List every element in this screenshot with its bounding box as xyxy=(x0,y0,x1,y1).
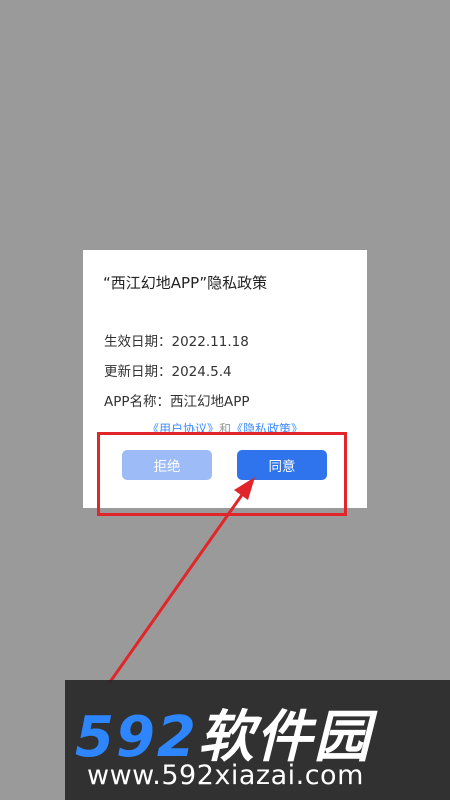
watermark-banner: 592软件园 www.592xiazai.com xyxy=(65,680,450,800)
watermark-url: www.592xiazai.com xyxy=(87,760,364,791)
